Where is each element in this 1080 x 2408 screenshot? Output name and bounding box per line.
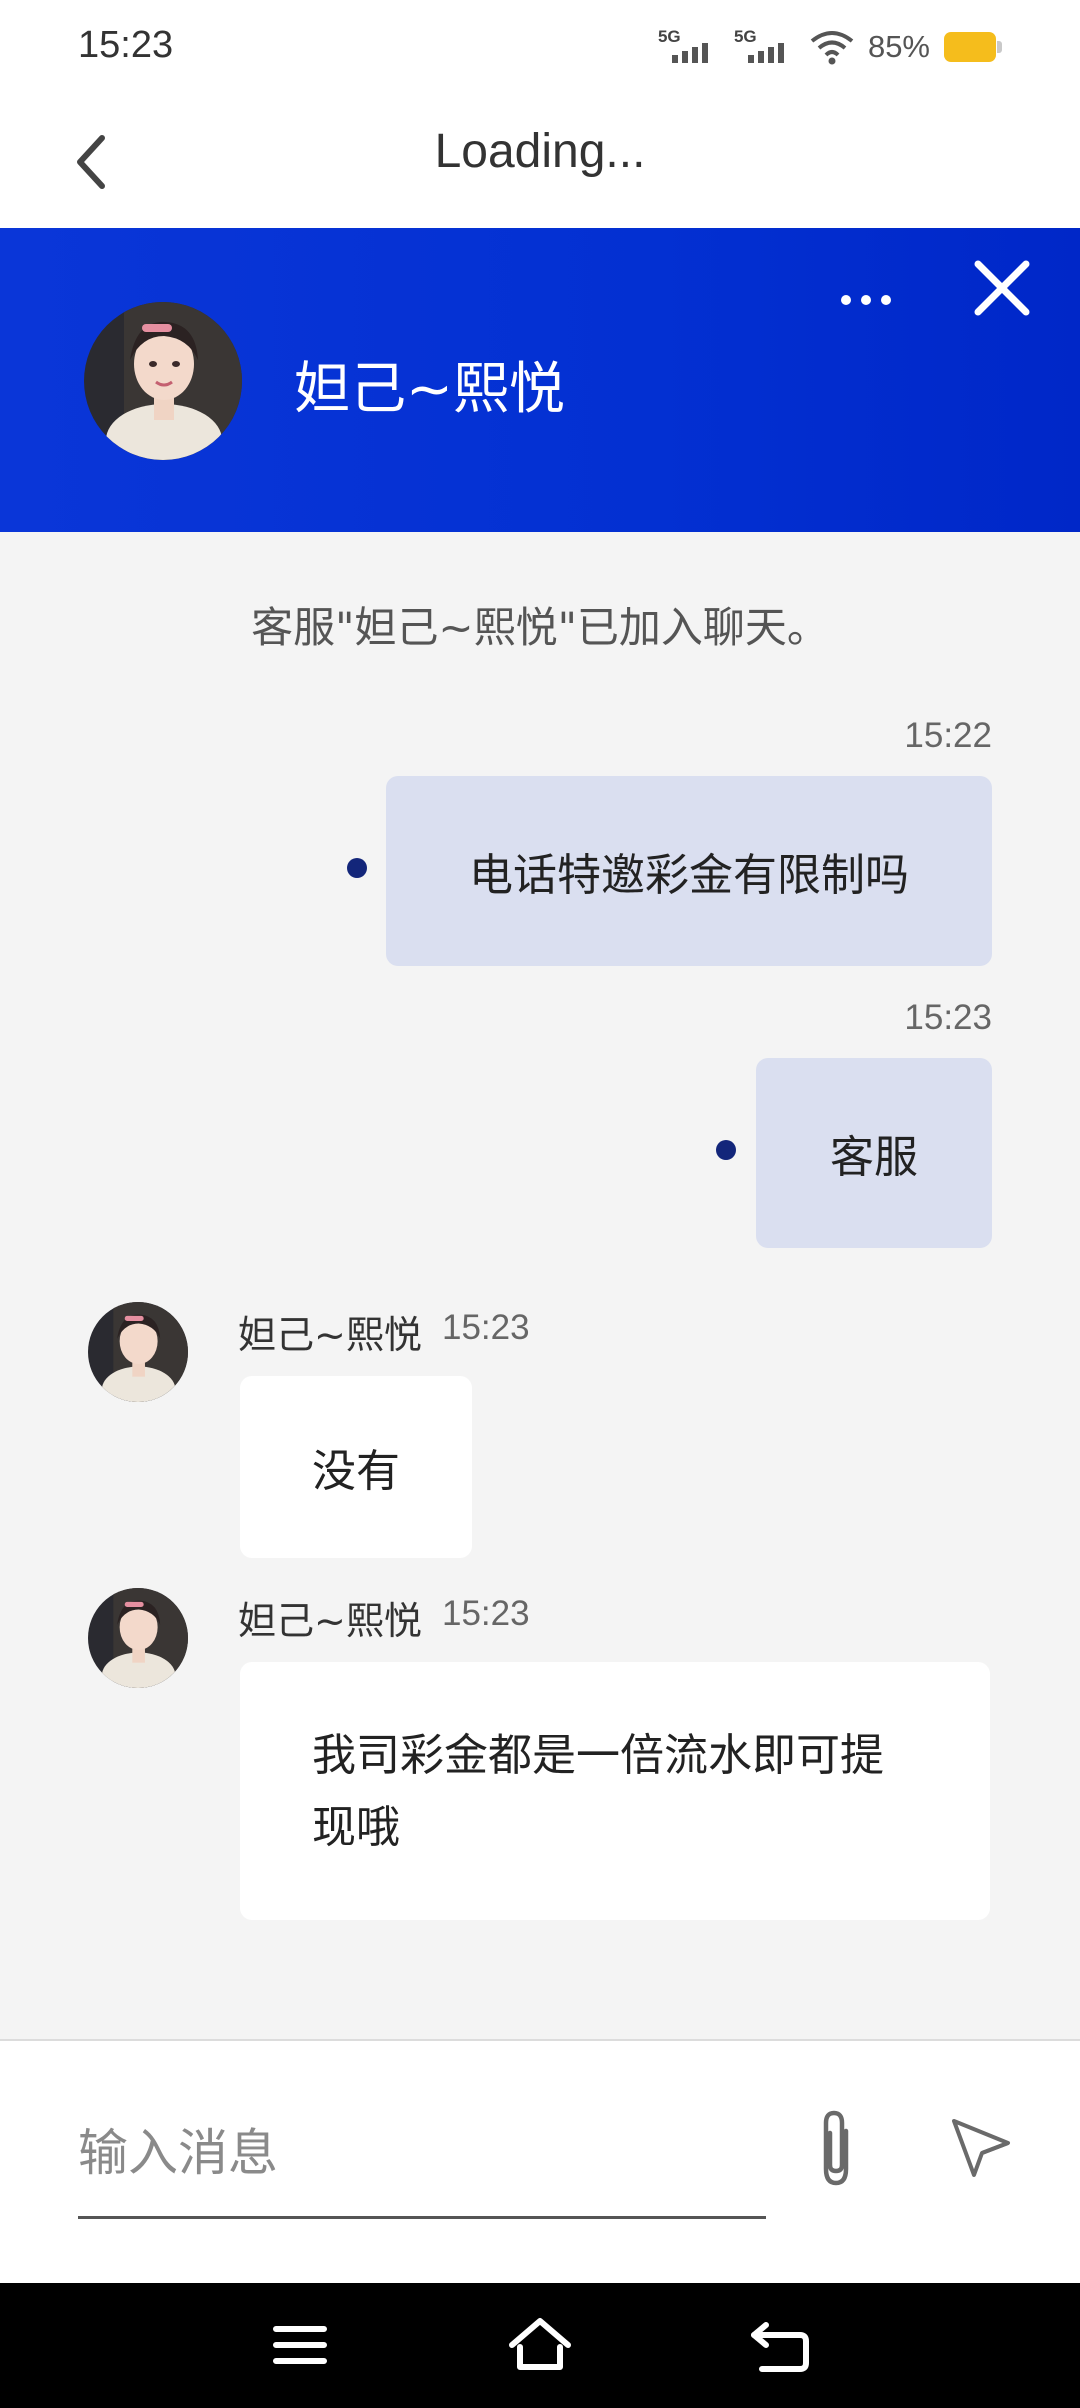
sender-name: 妲己~熙悦 (238, 1599, 422, 1643)
agent-avatar (88, 1588, 188, 1688)
status-indicators: 5G 5G 85% (658, 22, 1002, 72)
agent-avatar (84, 302, 242, 460)
sent-status-dot (716, 1140, 736, 1160)
wifi-icon (810, 31, 854, 65)
agent-name: 妲己~熙悦 (294, 357, 565, 422)
sender-name: 妲己~熙悦 (238, 1313, 422, 1357)
paperclip-icon[interactable] (806, 2105, 866, 2193)
message-time: 15:23 (442, 1594, 530, 1633)
battery-percent: 85% (867, 29, 930, 64)
signal-icon: 5G (734, 27, 796, 67)
message-text: 电话特邀彩金有限制吗 (469, 850, 909, 901)
back-return-icon[interactable] (746, 2311, 814, 2379)
status-time: 15:23 (78, 24, 174, 66)
system-notice: 客服"妲己~熙悦"已加入聊天。 (251, 603, 829, 652)
message-text: 没有 (312, 1446, 400, 1497)
message-input[interactable] (78, 2121, 768, 2185)
message-time: 15:22 (904, 716, 992, 755)
signal-icon: 5G (658, 27, 720, 67)
agent-avatar (88, 1302, 188, 1402)
menu-icon[interactable] (266, 2311, 334, 2379)
home-icon[interactable] (506, 2311, 574, 2379)
message-time: 15:23 (904, 998, 992, 1037)
nav-bar: Loading... (0, 96, 1080, 228)
message-text-line: 现哦 (312, 1802, 400, 1853)
message-time: 15:23 (442, 1308, 530, 1347)
message-composer (0, 2039, 1080, 2283)
sent-status-dot (347, 858, 367, 878)
more-dots-icon[interactable] (836, 280, 896, 320)
input-underline (78, 2216, 766, 2219)
page-title: Loading... (434, 125, 646, 178)
outgoing-message-bubble[interactable]: 客服 (756, 1058, 992, 1248)
chat-header: 妲己~熙悦 (0, 228, 1080, 532)
system-nav-bar (0, 2283, 1080, 2408)
send-icon[interactable] (948, 2113, 1014, 2179)
outgoing-message-bubble[interactable]: 电话特邀彩金有限制吗 (386, 776, 992, 966)
chat-area[interactable]: 客服"妲己~熙悦"已加入聊天。 15:22 电话特邀彩金有限制吗 15:23 客… (0, 532, 1080, 2039)
close-icon[interactable] (966, 252, 1038, 324)
status-bar: 15:23 5G 5G 85% (0, 0, 1080, 96)
incoming-message-bubble[interactable]: 没有 (240, 1376, 472, 1558)
battery-icon (944, 32, 1002, 62)
incoming-message-bubble[interactable]: 我司彩金都是一倍流水即可提 现哦 (240, 1662, 990, 1920)
message-text: 客服 (830, 1132, 918, 1183)
message-text-line: 我司彩金都是一倍流水即可提 (312, 1730, 884, 1781)
